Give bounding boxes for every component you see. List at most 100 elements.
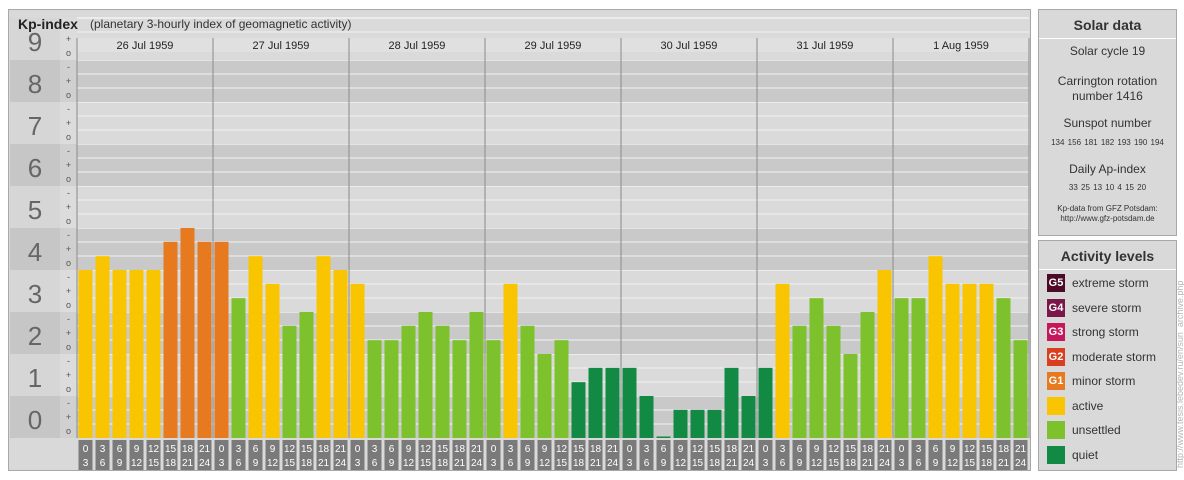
interval-start-label: 21 [607, 444, 619, 455]
activity-level-swatch [1047, 421, 1065, 439]
activity-levels-panel: Activity levels G5 extreme storm G4 severe … [1038, 240, 1177, 471]
interval-start-label: 21 [199, 444, 211, 455]
day-label: 30 Jul 1959 [661, 40, 718, 52]
interval-start-label: 3 [236, 444, 242, 455]
kp-bar [979, 283, 994, 438]
carrington-line1: Carrington rotation [1057, 74, 1158, 88]
y-tick-label: 4 [28, 237, 42, 267]
interval-end-label: 12 [811, 458, 823, 469]
kp-bar [605, 367, 620, 438]
interval-end-label: 3 [355, 458, 361, 469]
interval-start-label: 9 [406, 444, 412, 455]
interval-start-label: 12 [556, 444, 568, 455]
kp-bar [129, 270, 144, 438]
interval-start-label: 12 [692, 444, 704, 455]
interval-start-label: 18 [454, 444, 466, 455]
activity-level-swatch: G3 [1047, 323, 1065, 341]
activity-level-moderate-storm: G2 moderate storm [1047, 347, 1175, 368]
kp-chart: 0123456789o+-o+-o+-o+-o+-o+-o+-o+-o+-o+-… [10, 17, 1030, 470]
interval-start-label: 21 [471, 444, 483, 455]
y-minor-tick-label: o [66, 426, 71, 436]
interval-start-label: 15 [301, 444, 313, 455]
interval-start-label: 6 [117, 444, 123, 455]
kp-bar [792, 325, 807, 438]
sunspot-values: 134 156 181 182 193 190 194 [1051, 138, 1164, 147]
kp-bar [571, 382, 586, 438]
kp-bar [469, 312, 484, 438]
interval-end-label: 9 [933, 458, 939, 469]
y-minor-tick-label: o [66, 258, 71, 268]
y-minor-tick-label: o [66, 342, 71, 352]
activity-level-label: severe storm [1072, 300, 1142, 315]
y-minor-tick-label: + [66, 286, 71, 296]
interval-start-label: 6 [797, 444, 803, 455]
ap-title: Daily Ap-index [1069, 162, 1146, 176]
interval-end-label: 24 [1015, 458, 1027, 469]
kp-bar [707, 409, 722, 438]
kp-bar [639, 396, 654, 438]
kp-bar [588, 367, 603, 438]
y-minor-tick-label: - [67, 314, 70, 324]
kp-bar [656, 436, 671, 438]
activity-level-swatch: G1 [1047, 372, 1065, 390]
y-minor-tick-label: + [66, 118, 71, 128]
day-label: 28 Jul 1959 [389, 40, 446, 52]
interval-end-label: 15 [964, 458, 976, 469]
interval-end-label: 3 [763, 458, 769, 469]
interval-start-label: 6 [389, 444, 395, 455]
y-tick-label: 5 [28, 195, 42, 225]
kp-bar [214, 241, 229, 438]
source-line1: Kp-data from GFZ Potsdam: [1057, 204, 1158, 213]
interval-end-label: 21 [182, 458, 194, 469]
interval-start-label: 3 [644, 444, 650, 455]
credit-url: http://www.tesis.lebedev.ru/en/sun_archi… [1175, 280, 1184, 468]
interval-start-label: 6 [933, 444, 939, 455]
interval-start-label: 9 [814, 444, 820, 455]
y-tick-label: 1 [28, 363, 42, 393]
kp-bar [452, 340, 467, 438]
interval-end-label: 9 [117, 458, 123, 469]
interval-end-label: 12 [675, 458, 687, 469]
interval-start-label: 9 [270, 444, 276, 455]
activity-divider [1039, 269, 1176, 270]
interval-start-label: 9 [950, 444, 956, 455]
source-link[interactable]: http://www.gfz-potsdam.de [1039, 214, 1176, 224]
day-label: 29 Jul 1959 [525, 40, 582, 52]
interval-start-label: 15 [573, 444, 585, 455]
interval-end-label: 12 [539, 458, 551, 469]
activity-levels-title: Activity levels [1060, 248, 1155, 264]
interval-start-label: 3 [372, 444, 378, 455]
y-tick-label: 8 [28, 69, 42, 99]
interval-start-label: 3 [100, 444, 106, 455]
activity-level-minor-storm: G1 minor storm [1047, 372, 1175, 392]
kp-bar [231, 298, 246, 438]
kp-bar [435, 325, 450, 438]
interval-start-label: 9 [542, 444, 548, 455]
interval-start-label: 3 [508, 444, 514, 455]
kp-bar [826, 325, 841, 438]
y-minor-tick-label: + [66, 202, 71, 212]
interval-start-label: 6 [525, 444, 531, 455]
activity-level-swatch: G2 [1047, 347, 1065, 366]
kp-bar [503, 283, 518, 438]
interval-end-label: 21 [862, 458, 874, 469]
interval-start-label: 15 [165, 444, 177, 455]
activity-level-label: minor storm [1072, 374, 1136, 388]
day-label: 27 Jul 1959 [253, 40, 310, 52]
interval-start-label: 0 [83, 444, 89, 455]
kp-bar [537, 354, 552, 438]
interval-end-label: 15 [692, 458, 704, 469]
ap-values: 33 25 13 10 4 15 20 [1068, 183, 1147, 192]
interval-end-label: 21 [318, 458, 330, 469]
interval-end-label: 9 [525, 458, 531, 469]
kp-bar [945, 283, 960, 438]
interval-end-label: 12 [267, 458, 279, 469]
interval-end-label: 15 [148, 458, 160, 469]
kp-bar [384, 340, 399, 438]
interval-end-label: 6 [780, 458, 786, 469]
interval-end-label: 12 [131, 458, 143, 469]
kp-bar [418, 312, 433, 438]
activity-level-unsettled: unsettled [1047, 421, 1175, 441]
interval-start-label: 12 [284, 444, 296, 455]
interval-start-label: 12 [828, 444, 840, 455]
